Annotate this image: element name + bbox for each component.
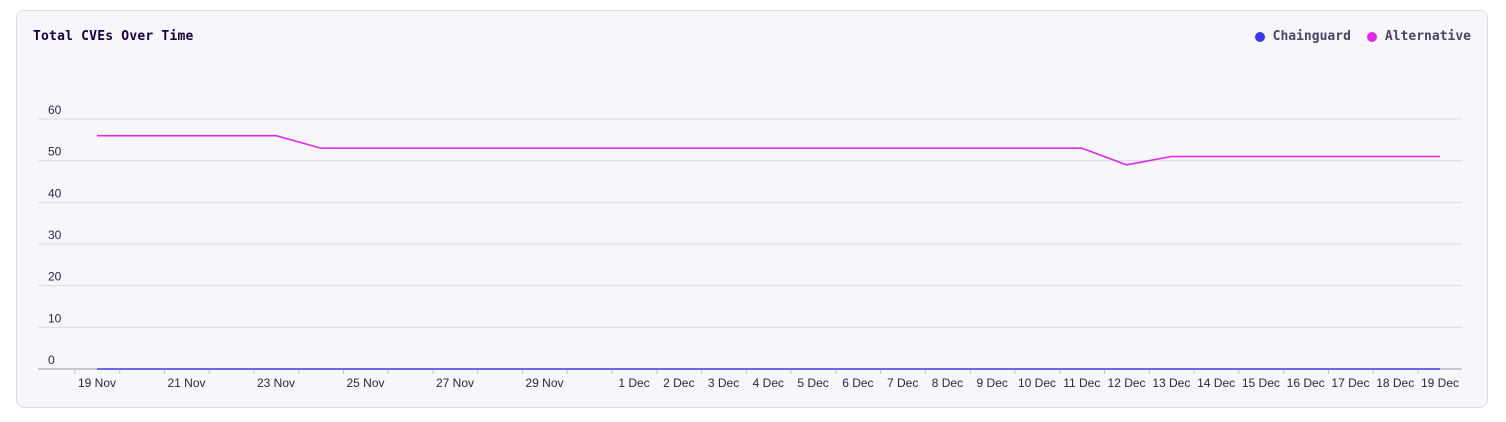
line-chart: 0 10 20 30 40 50 60 19 Nov 21 Nov 23 Nov 25 Nov 27 … — [38, 103, 1462, 390]
x-tick-label: 6 Dec — [842, 376, 873, 390]
x-tick-label: 27 Nov — [436, 376, 474, 390]
x-tick-label: 16 Dec — [1287, 376, 1325, 390]
x-tick-label: 13 Dec — [1152, 376, 1190, 390]
x-tick-label: 15 Dec — [1242, 376, 1280, 390]
y-tick-label: 50 — [48, 145, 62, 159]
x-tick-label: 17 Dec — [1331, 376, 1369, 390]
y-tick-label: 60 — [48, 103, 62, 117]
x-tick-label: 3 Dec — [708, 376, 739, 390]
x-tick-label: 2 Dec — [663, 376, 694, 390]
x-tick-label: 5 Dec — [797, 376, 828, 390]
x-tick-label: 29 Nov — [525, 376, 563, 390]
x-tick-label: 8 Dec — [932, 376, 963, 390]
x-tick-label: 10 Dec — [1018, 376, 1056, 390]
x-tick-label: 1 Dec — [618, 376, 649, 390]
y-tick-label: 10 — [48, 311, 62, 325]
x-tick-label: 23 Nov — [257, 376, 295, 390]
y-tick-label: 20 — [48, 270, 62, 284]
y-tick-label: 30 — [48, 228, 62, 242]
x-tick-label: 19 Nov — [78, 376, 116, 390]
x-tick-label: 21 Nov — [167, 376, 205, 390]
x-tick-label: 7 Dec — [887, 376, 918, 390]
x-tick-label: 18 Dec — [1376, 376, 1414, 390]
x-tick-label: 25 Nov — [346, 376, 384, 390]
x-tick-label: 14 Dec — [1197, 376, 1235, 390]
x-tick-label: 9 Dec — [977, 376, 1008, 390]
y-tick-label: 0 — [48, 353, 55, 367]
x-tick-label: 19 Dec — [1421, 376, 1459, 390]
x-tick-label: 4 Dec — [753, 376, 784, 390]
y-tick-label: 40 — [48, 186, 62, 200]
x-tick-label: 12 Dec — [1108, 376, 1146, 390]
x-tick-label: 11 Dec — [1063, 376, 1100, 390]
